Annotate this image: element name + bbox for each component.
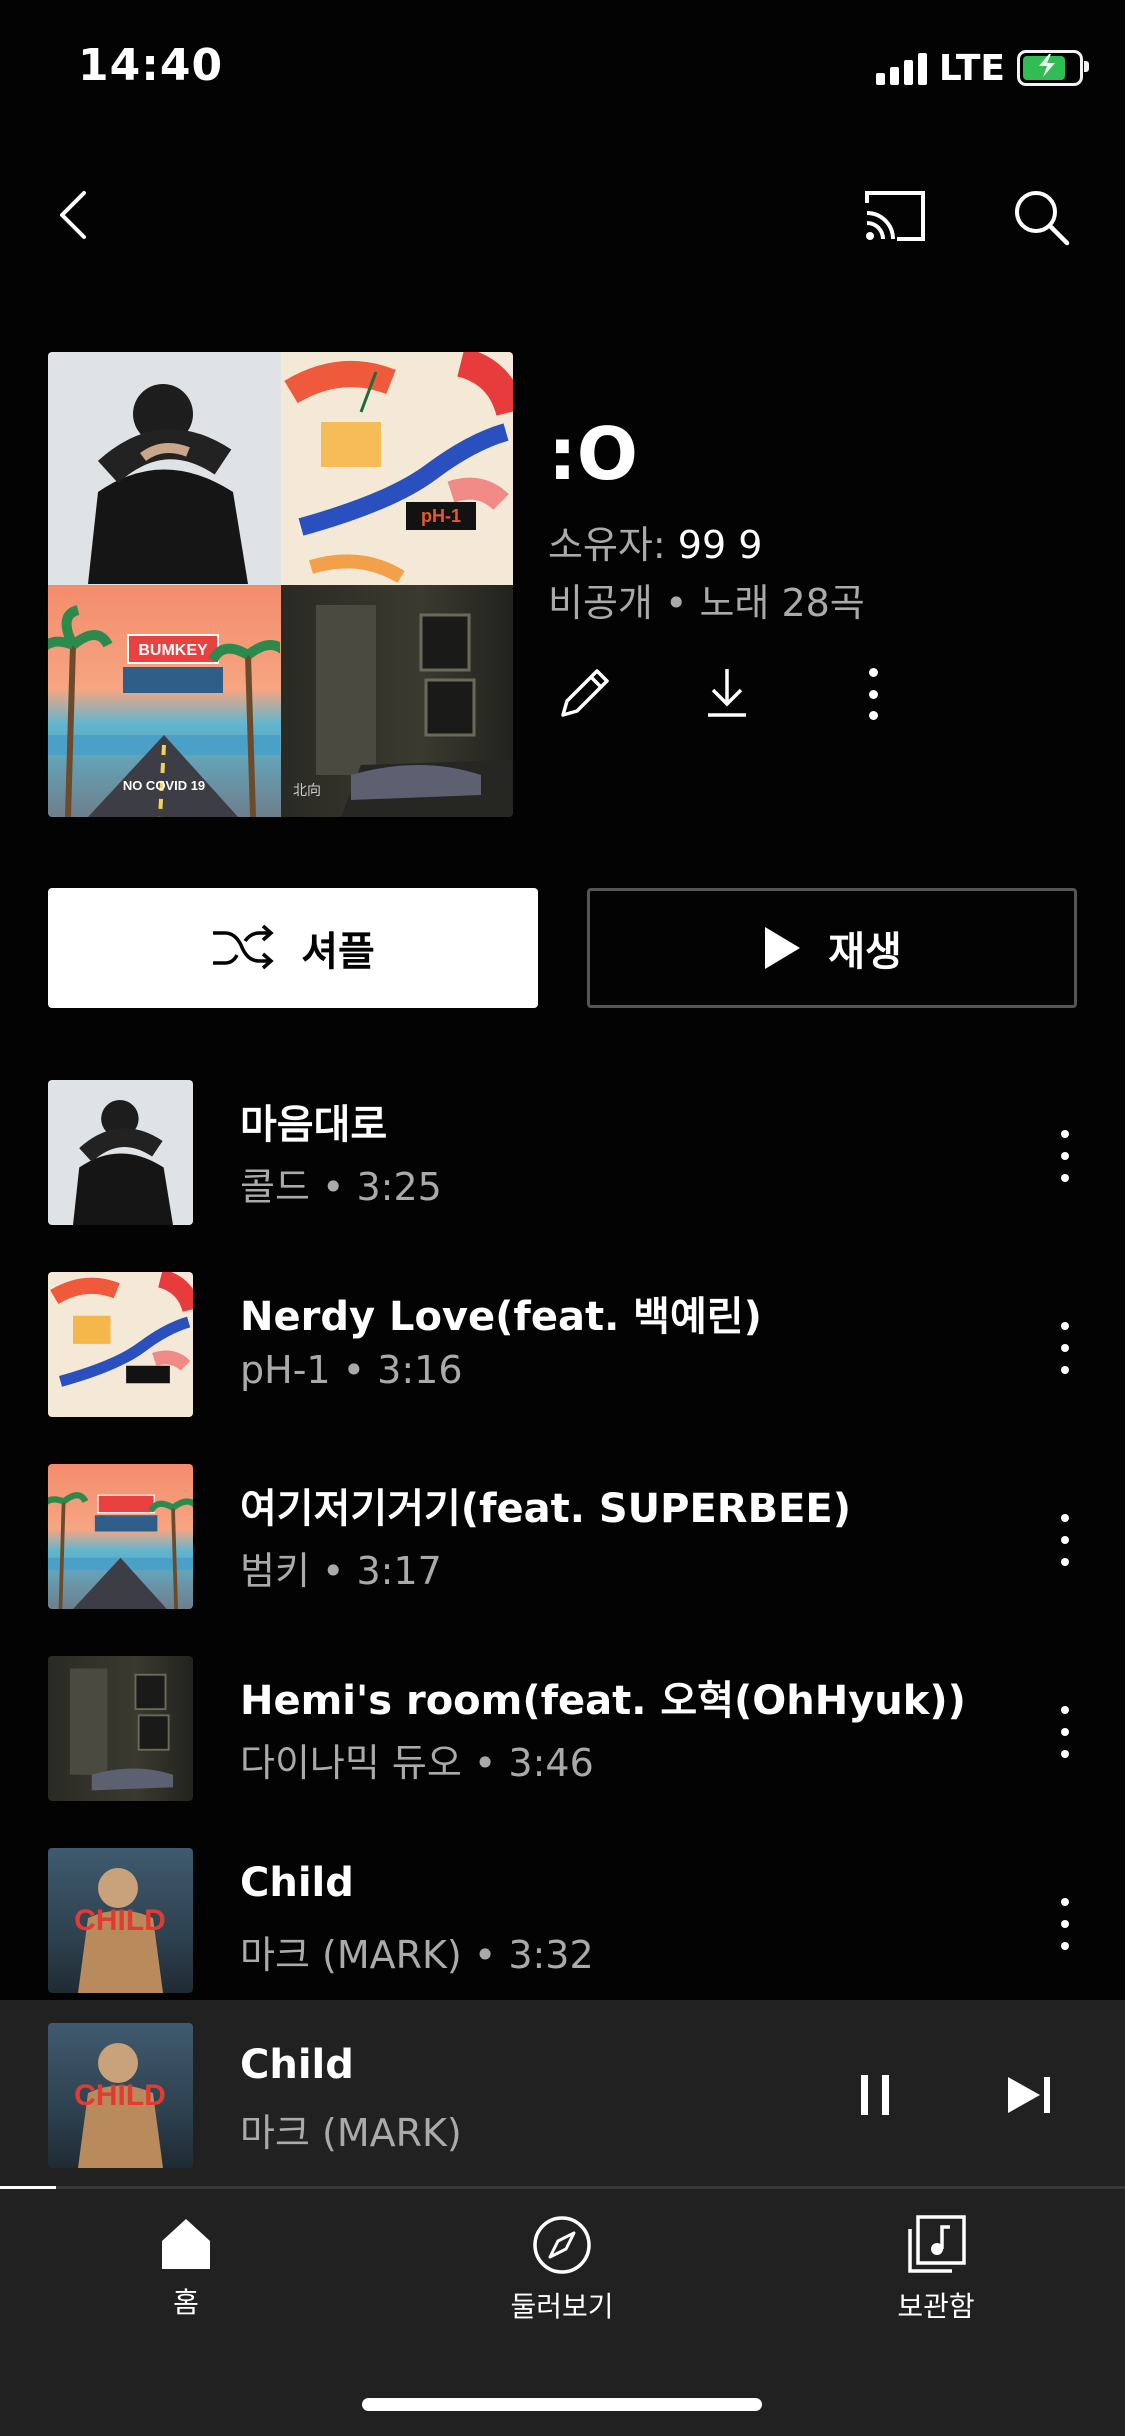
cover-art-4: 北向 <box>280 584 513 817</box>
pencil-icon <box>561 669 609 717</box>
library-icon <box>908 2215 966 2273</box>
track-title: 여기저기거기(feat. SUPERBEE) <box>240 1486 851 1532</box>
track-thumbnail <box>48 1656 193 1801</box>
track-row[interactable]: Nerdy Love(feat. 백예린) pH-1 • 3:16 <box>0 1272 1125 1442</box>
track-thumbnail: CHILD <box>48 1848 193 1993</box>
cover-nocovid-text: NO COVID 19 <box>123 778 205 793</box>
track-subtitle: 다이나믹 듀오 • 3:46 <box>240 1741 594 1785</box>
skip-next-icon <box>1008 2077 1050 2113</box>
track-subtitle: 범키 • 3:17 <box>240 1549 442 1593</box>
nav-label-library: 보관함 <box>897 2290 975 2323</box>
signal-icon <box>875 51 927 85</box>
download-icon <box>708 669 746 717</box>
play-icon <box>765 927 801 969</box>
nav-label-explore: 둘러보기 <box>510 2290 614 2323</box>
track-subtitle: 콜드 • 3:25 <box>240 1165 442 1209</box>
status-time: 14:40 <box>78 40 224 91</box>
owner-name[interactable]: 99 9 <box>678 523 763 567</box>
track-row[interactable]: 마음대로 콜드 • 3:25 <box>0 1080 1125 1250</box>
playlist-owner: 소유자: 99 9 <box>548 514 762 569</box>
child-art-text: CHILD <box>74 1904 166 1937</box>
shuffle-icon <box>213 924 274 970</box>
cover-bumkey-text: BUMKEY <box>138 642 208 659</box>
track-row[interactable]: CHILD Child 마크 (MARK) • 3:32 <box>0 1848 1125 2018</box>
track-row[interactable]: Hemi's room(feat. 오혁(OhHyuk)) 다이나믹 듀오 • … <box>0 1656 1125 1826</box>
more-vertical-icon <box>868 668 878 677</box>
more-vertical-icon <box>1061 1706 1069 1714</box>
chevron-left-icon <box>60 191 86 239</box>
cover-art-1 <box>48 352 281 585</box>
more-button[interactable] <box>858 668 888 720</box>
cover-ph1-text: pH-1 <box>421 506 461 526</box>
cover-art-3: BUMKEY NO COVID 19 <box>48 584 281 817</box>
track-row[interactable]: 여기저기거기(feat. SUPERBEE) 범키 • 3:17 <box>0 1464 1125 1634</box>
play-button[interactable]: 재생 <box>587 888 1077 1008</box>
download-button[interactable] <box>694 660 760 726</box>
track-more-button[interactable] <box>1053 1706 1077 1758</box>
now-playing-art-text: CHILD <box>74 2079 166 2112</box>
track-title: Child <box>240 1860 354 1906</box>
network-label: LTE <box>938 47 1005 89</box>
shuffle-label: 셔플 <box>301 929 375 975</box>
playlist-cover: pH-1 BUMKEY NO COVID 19 北向 <box>48 352 513 817</box>
track-more-button[interactable] <box>1053 1514 1077 1566</box>
cover-room-text: 北向 <box>293 783 321 799</box>
owner-label: 소유자: <box>548 523 666 567</box>
cover-art-2: pH-1 <box>280 352 513 585</box>
nav-label-home: 홈 <box>173 2286 199 2319</box>
playlist-meta: 비공개 • 노래 28곡 <box>548 581 865 625</box>
battery-icon <box>1017 50 1089 86</box>
home-indicator <box>362 2398 762 2411</box>
playlist-title: :O <box>548 412 638 496</box>
edit-button[interactable] <box>552 660 618 726</box>
next-button[interactable] <box>995 2060 1065 2130</box>
pause-button[interactable] <box>840 2060 910 2130</box>
shuffle-button[interactable]: 셔플 <box>48 888 538 1008</box>
search-button[interactable] <box>1008 184 1074 250</box>
track-thumbnail <box>48 1464 193 1609</box>
track-title: 마음대로 <box>240 1102 388 1148</box>
now-playing-artist: 마크 (MARK) <box>240 2111 462 2155</box>
more-vertical-icon <box>1061 1514 1069 1522</box>
track-thumbnail <box>48 1080 193 1225</box>
track-title: Nerdy Love(feat. 백예린) <box>240 1294 762 1340</box>
nav-item-explore[interactable]: 둘러보기 <box>452 2215 672 2325</box>
back-button[interactable] <box>48 180 98 250</box>
pause-icon <box>861 2075 889 2115</box>
compass-icon <box>533 2216 591 2274</box>
track-subtitle: 마크 (MARK) • 3:32 <box>240 1933 594 1977</box>
now-playing-thumbnail: CHILD <box>48 2023 193 2168</box>
track-more-button[interactable] <box>1053 1130 1077 1182</box>
more-vertical-icon <box>1061 1322 1069 1330</box>
more-vertical-icon <box>1061 1130 1069 1138</box>
search-icon <box>1015 191 1070 246</box>
nav-item-library[interactable]: 보관함 <box>826 2215 1046 2325</box>
nav-item-home[interactable]: 홈 <box>76 2215 296 2321</box>
more-vertical-icon <box>1061 1898 1069 1906</box>
home-icon <box>162 2219 210 2269</box>
play-label: 재생 <box>828 929 902 975</box>
track-more-button[interactable] <box>1053 1898 1077 1950</box>
track-subtitle: pH-1 • 3:16 <box>240 1348 463 1392</box>
status-indicators: LTE <box>875 47 1089 89</box>
cast-icon <box>865 191 925 241</box>
track-title: Hemi's room(feat. 오혁(OhHyuk)) <box>240 1678 966 1724</box>
now-playing-title: Child <box>240 2042 354 2088</box>
mini-player[interactable]: CHILD Child 마크 (MARK) <box>0 2000 1125 2188</box>
cast-button[interactable] <box>860 184 930 248</box>
track-more-button[interactable] <box>1053 1322 1077 1374</box>
track-thumbnail <box>48 1272 193 1417</box>
